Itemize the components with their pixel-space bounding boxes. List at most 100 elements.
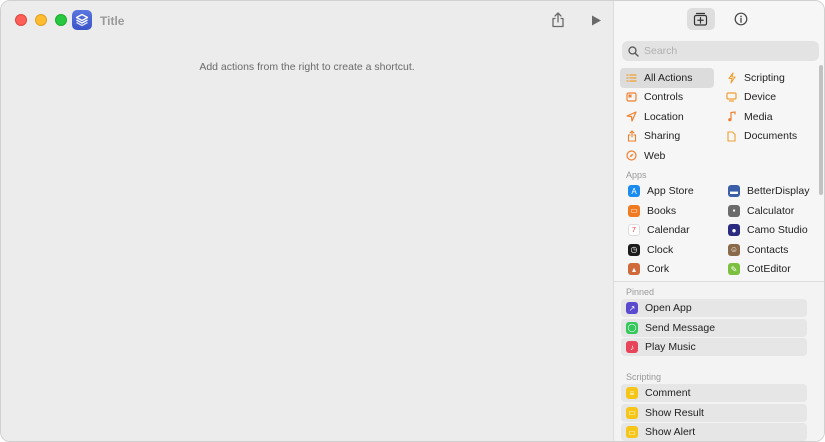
app-label: CotEditor	[747, 263, 791, 276]
show-result-icon: ▭	[626, 406, 638, 419]
send-message-icon: ◯	[626, 321, 638, 334]
category-label: Sharing	[644, 130, 681, 143]
scrollbar-thumb[interactable]	[819, 65, 823, 195]
app-item-app-store[interactable]: A App Store	[620, 182, 714, 202]
search-input[interactable]	[644, 45, 814, 57]
action-comment[interactable]: ≡ Comment	[621, 384, 807, 402]
calculator-icon: ▪	[728, 204, 740, 217]
app-item-cork[interactable]: ▴ Cork	[620, 260, 714, 280]
action-play-music[interactable]: ♪ Play Music	[621, 338, 807, 356]
minimize-button[interactable]	[35, 14, 47, 26]
scripting-section-label: Scripting	[626, 372, 662, 382]
app-item-calculator[interactable]: ▪ Calculator	[720, 201, 814, 221]
category-web[interactable]: Web	[620, 146, 714, 166]
betterdisplay-icon: ▬	[728, 185, 740, 198]
category-label: Documents	[744, 130, 798, 143]
app-label: Clock	[647, 243, 674, 256]
app-label: Calculator	[747, 204, 795, 217]
action-label: Show Result	[645, 406, 704, 419]
clock-icon: ◷	[628, 243, 640, 256]
media-icon	[726, 111, 737, 122]
controls-icon	[626, 92, 637, 103]
category-location[interactable]: Location	[620, 107, 714, 127]
contacts-icon: ☺	[728, 243, 740, 256]
camo-studio-icon: ●	[728, 224, 740, 237]
sidebar-tabs	[614, 1, 824, 37]
app-label: BetterDisplay	[747, 185, 810, 198]
app-label: App Store	[647, 185, 694, 198]
action-show-result[interactable]: ▭ Show Result	[621, 403, 807, 422]
tab-action-library[interactable]	[686, 8, 715, 30]
app-label: Camo Studio	[747, 224, 808, 237]
action-send-message[interactable]: ◯ Send Message	[621, 318, 807, 337]
shortcut-editor: Title Add actions from the right to crea…	[1, 1, 613, 441]
action-label: Send Message	[645, 321, 716, 334]
sharing-icon	[626, 130, 637, 142]
play-icon	[592, 15, 601, 25]
share-icon	[552, 12, 564, 28]
zoom-button[interactable]	[55, 14, 67, 26]
documents-icon	[726, 131, 737, 142]
category-list: All Actions Scripting Controls Device Lo…	[620, 68, 816, 279]
category-label: Media	[744, 110, 773, 123]
empty-editor-message: Add actions from the right to create a s…	[199, 61, 415, 73]
cork-icon: ▴	[628, 263, 640, 276]
category-sharing[interactable]: Sharing	[620, 127, 714, 147]
category-all-actions[interactable]: All Actions	[620, 68, 714, 88]
scripting-icon	[726, 72, 737, 84]
category-label: Scripting	[744, 71, 785, 84]
app-item-coteditor[interactable]: ✎ CotEditor	[720, 260, 814, 280]
app-item-betterdisplay[interactable]: ▬ BetterDisplay	[720, 182, 814, 202]
category-label: All Actions	[644, 71, 693, 84]
books-icon: ▭	[628, 204, 640, 217]
close-button[interactable]	[15, 14, 27, 26]
shortcut-title[interactable]: Title	[100, 14, 124, 28]
action-label: Show Alert	[645, 426, 696, 438]
shortcuts-window: Title Add actions from the right to crea…	[0, 0, 825, 442]
play-music-icon: ♪	[626, 341, 638, 353]
category-label: Location	[644, 110, 684, 123]
show-alert-icon: ▭	[626, 426, 638, 438]
category-controls[interactable]: Controls	[620, 88, 714, 108]
app-item-contacts[interactable]: ☺ Contacts	[720, 240, 814, 260]
app-label: Cork	[647, 263, 670, 276]
suggestions-panel: Pinned ↗ Open App ◯ Send Message ♪ Play …	[614, 281, 824, 441]
device-icon	[726, 92, 737, 103]
action-label: Open App	[645, 302, 692, 314]
tab-details[interactable]	[727, 8, 755, 30]
app-store-icon: A	[628, 185, 640, 198]
category-label: Web	[644, 149, 666, 162]
shortcut-icon[interactable]	[72, 10, 92, 30]
category-media[interactable]: Media	[720, 107, 814, 127]
coteditor-icon: ✎	[728, 263, 740, 276]
sidebar-scrollbar[interactable]	[819, 65, 824, 277]
category-device[interactable]: Device	[720, 88, 814, 108]
app-item-camo-studio[interactable]: ● Camo Studio	[720, 221, 814, 241]
category-scripting[interactable]: Scripting	[720, 68, 814, 88]
window-controls	[15, 14, 67, 26]
category-label: Device	[744, 91, 777, 104]
calendar-icon: 7	[628, 224, 640, 237]
run-button[interactable]	[587, 11, 605, 29]
category-label: Controls	[644, 91, 684, 104]
category-grid: All Actions Scripting Controls Device Lo…	[620, 68, 816, 166]
action-label: Play Music	[645, 341, 696, 353]
open-app-icon: ↗	[626, 302, 638, 314]
share-button[interactable]	[549, 11, 567, 29]
app-item-calendar[interactable]: 7 Calendar	[620, 221, 714, 241]
action-label: Comment	[645, 387, 691, 399]
apps-section-label: Apps	[626, 169, 647, 180]
action-show-alert[interactable]: ▭ Show Alert	[621, 423, 807, 441]
category-documents[interactable]: Documents	[720, 127, 814, 147]
comment-icon: ≡	[626, 387, 638, 399]
location-icon	[626, 111, 637, 122]
app-label: Books	[647, 204, 677, 217]
pinned-section-label: Pinned	[626, 287, 655, 297]
action-open-app[interactable]: ↗ Open App	[621, 299, 807, 317]
action-library-icon	[693, 12, 708, 26]
search-field[interactable]	[622, 41, 819, 61]
app-item-clock[interactable]: ◷ Clock	[620, 240, 714, 260]
app-label: Contacts	[747, 243, 789, 256]
info-icon	[734, 12, 747, 26]
app-item-books[interactable]: ▭ Books	[620, 201, 714, 221]
